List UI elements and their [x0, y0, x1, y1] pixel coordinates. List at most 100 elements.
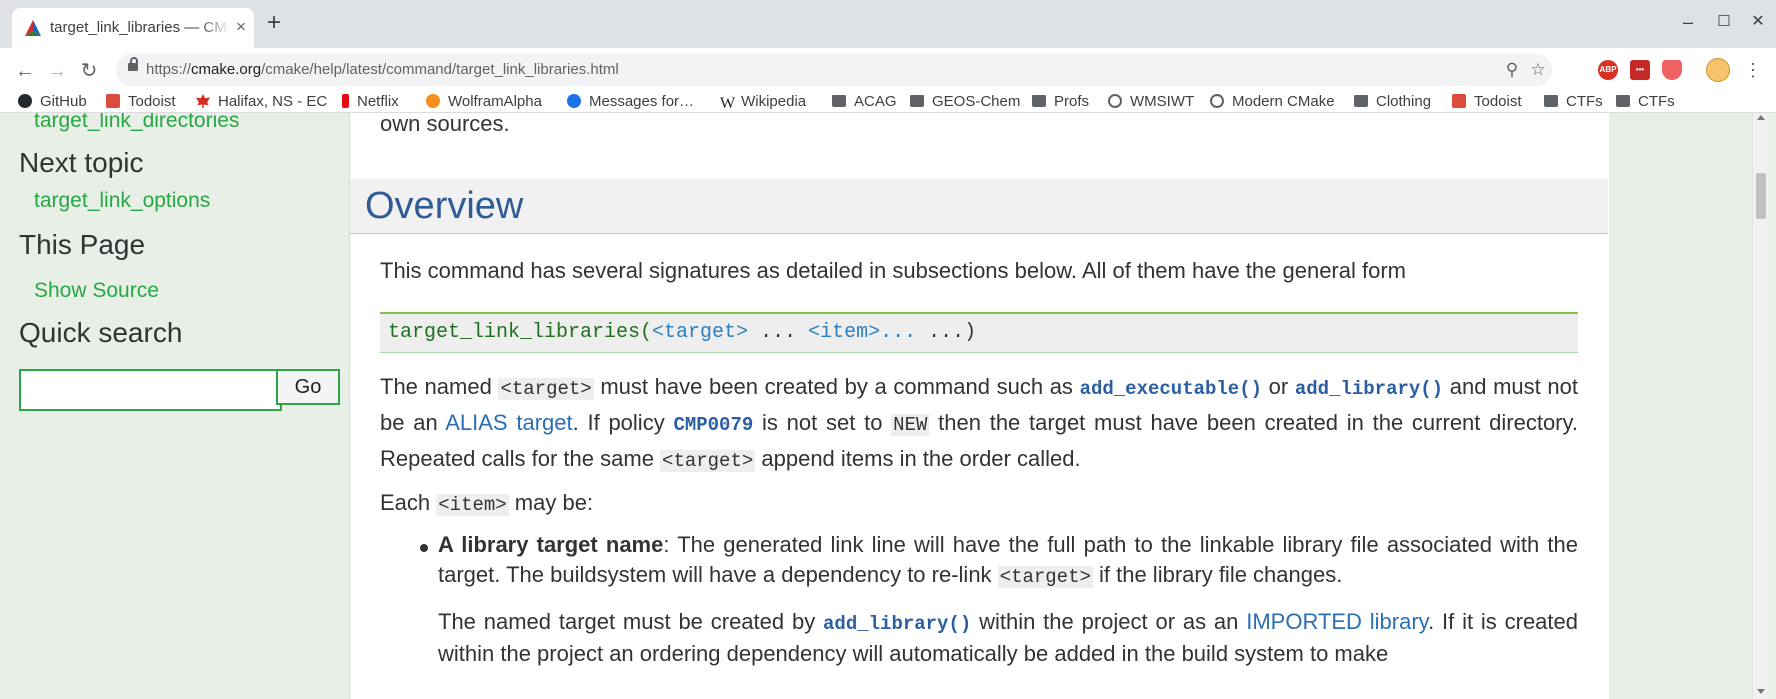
netflix-icon: [342, 94, 349, 108]
literal-item: <item>: [436, 494, 509, 516]
bookmark-label: WMSIWT: [1130, 93, 1195, 110]
scroll-down-icon[interactable]: [1757, 689, 1765, 694]
github-icon: [18, 94, 32, 108]
text: Each: [380, 490, 437, 515]
lock-icon[interactable]: [128, 57, 138, 71]
bookmark-label: Netflix: [357, 93, 399, 110]
imported-library-link[interactable]: IMPORTED library: [1246, 609, 1428, 634]
code-arg-item: <item>...: [808, 321, 917, 344]
star-icon[interactable]: ☆: [1526, 58, 1550, 82]
bookmark-label: Wikipedia: [741, 93, 807, 110]
next-topic-heading: Next topic: [19, 147, 144, 178]
back-icon[interactable]: ←: [12, 58, 38, 84]
literal-target: <target>: [498, 378, 594, 400]
bookmark-messages[interactable]: Messages for…: [567, 92, 694, 112]
code-mid: ...: [748, 321, 809, 344]
forward-icon[interactable]: →: [44, 58, 70, 84]
url-text[interactable]: https://cmake.org/cmake/help/latest/comm…: [146, 61, 619, 78]
tab-title: target_link_libraries — CMake: [50, 19, 230, 36]
list-item-library-target: A library target name: The generated lin…: [438, 530, 1578, 592]
bookmark-wmsiwt[interactable]: WMSIWT: [1108, 92, 1194, 112]
bookmark-netflix[interactable]: Netflix: [342, 92, 399, 112]
bookmark-todoist-2[interactable]: Todoist: [1452, 92, 1522, 112]
paragraph-named-target-created: The named target must be created by add_…: [438, 607, 1578, 669]
url-path: /cmake/help/latest/command/target_link_l…: [261, 61, 619, 78]
bookmark-clothing[interactable]: Clothing: [1354, 92, 1431, 112]
bookmark-wolframalpha[interactable]: WolframAlpha: [426, 92, 542, 112]
tab-close-icon[interactable]: ×: [232, 17, 250, 37]
bookmark-label: GitHub: [40, 93, 87, 110]
paragraph-each-item: Each <item> may be:: [380, 486, 1578, 522]
bookmark-wikipedia[interactable]: W Wikipedia: [720, 92, 806, 112]
sidebar: target_link_directories Next topic targe…: [0, 113, 348, 699]
add-executable-link[interactable]: add_executable(): [1080, 378, 1262, 400]
bookmark-label: GEOS-Chem: [932, 93, 1021, 110]
scroll-thumb[interactable]: [1756, 173, 1766, 219]
add-library-link[interactable]: add_library(): [1295, 378, 1443, 400]
page-scrollbar[interactable]: [1752, 113, 1769, 699]
folder-icon: [1544, 95, 1558, 107]
extension-red-icon[interactable]: •••: [1630, 60, 1650, 80]
code-signature: target_link_libraries(<target> ... <item…: [380, 312, 1578, 353]
messages-icon: [567, 94, 581, 108]
alias-target-link[interactable]: ALIAS target: [445, 410, 572, 435]
main-content: own sources. Overview This command has s…: [349, 113, 1609, 699]
bookmark-acag[interactable]: ACAG: [832, 92, 897, 112]
code-arg-target: <target>: [652, 321, 749, 344]
bookmark-halifax[interactable]: Halifax, NS - EC: [196, 92, 327, 112]
url-scheme: https://: [146, 61, 192, 78]
bookmark-label: Halifax, NS - EC: [218, 93, 328, 110]
folder-icon: [1354, 95, 1368, 107]
folder-icon: [832, 95, 846, 107]
text: . If policy: [572, 410, 674, 435]
minimize-icon[interactable]: –: [1676, 10, 1700, 34]
tab-strip: target_link_libraries — CMake × + – ☐ ✕: [0, 0, 1776, 48]
bookmark-ctfs-2[interactable]: CTFs: [1616, 92, 1675, 112]
intro-paragraph: This command has several signatures as d…: [380, 258, 1406, 283]
text: if the library file changes.: [1092, 562, 1343, 587]
active-tab[interactable]: target_link_libraries — CMake ×: [12, 8, 254, 48]
bookmark-profs[interactable]: Profs: [1032, 92, 1089, 112]
bookmark-todoist[interactable]: Todoist: [106, 92, 176, 112]
profile-avatar[interactable]: [1706, 58, 1730, 82]
maple-leaf-icon: [196, 94, 210, 108]
add-library-link[interactable]: add_library(): [823, 613, 971, 635]
scroll-up-icon[interactable]: [1757, 115, 1765, 120]
text: The named: [380, 374, 499, 399]
close-window-icon[interactable]: ✕: [1746, 10, 1770, 34]
search-input[interactable]: [19, 369, 282, 411]
address-bar[interactable]: https://cmake.org/cmake/help/latest/comm…: [116, 54, 1552, 86]
prev-topic-link[interactable]: target_link_directories: [34, 113, 239, 133]
text: The named target must be created by: [438, 609, 824, 634]
browser-window: target_link_libraries — CMake × + – ☐ ✕ …: [0, 0, 1776, 699]
bookmark-label: WolframAlpha: [448, 93, 542, 110]
bookmark-label: ACAG: [854, 93, 897, 110]
todoist-icon: [1452, 94, 1466, 108]
globe-icon: [1210, 94, 1224, 108]
reload-icon[interactable]: ↻: [76, 58, 102, 84]
wikipedia-icon: W: [720, 95, 736, 112]
browser-menu-icon[interactable]: ⋮: [1744, 59, 1762, 81]
next-topic-link[interactable]: target_link_options: [34, 189, 210, 213]
zoom-icon[interactable]: ⚲: [1500, 58, 1524, 82]
literal-target: <target>: [660, 450, 756, 472]
globe-icon: [1108, 94, 1122, 108]
bookmark-ctfs[interactable]: CTFs: [1544, 92, 1603, 112]
url-host: cmake.org: [191, 61, 262, 78]
bookmark-geos-chem[interactable]: GEOS-Chem: [910, 92, 1020, 112]
text: within the project or as an: [971, 609, 1247, 634]
bookmark-label: Todoist: [128, 93, 176, 110]
new-tab-button[interactable]: +: [262, 11, 286, 36]
show-source-link[interactable]: Show Source: [34, 279, 159, 303]
go-button[interactable]: Go: [276, 369, 340, 405]
folder-icon: [910, 95, 924, 107]
bookmark-label: Clothing: [1376, 93, 1432, 110]
shield-extension-icon[interactable]: [1662, 60, 1682, 80]
maximize-icon[interactable]: ☐: [1712, 10, 1736, 34]
bookmark-modern-cmake[interactable]: Modern CMake: [1210, 92, 1335, 112]
adblock-icon[interactable]: ABP: [1598, 60, 1618, 80]
cmp0079-link[interactable]: CMP0079: [673, 414, 753, 436]
bookmark-label: Todoist: [1474, 93, 1522, 110]
text: or: [1262, 374, 1295, 399]
bookmark-github[interactable]: GitHub: [18, 92, 87, 112]
